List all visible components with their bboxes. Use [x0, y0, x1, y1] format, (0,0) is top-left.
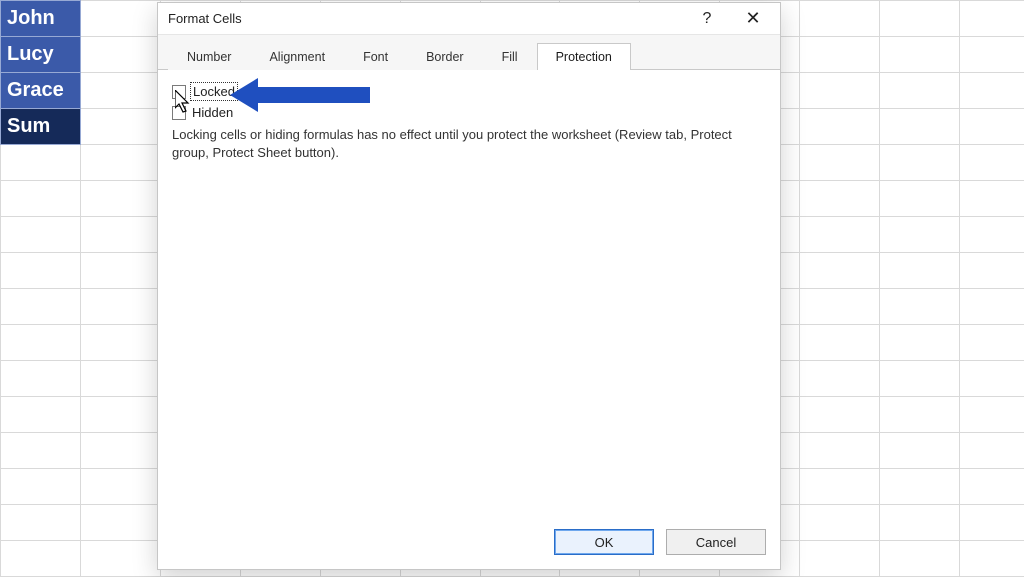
tab-label: Alignment [269, 50, 325, 64]
ok-button[interactable]: OK [554, 529, 654, 555]
tab-alignment[interactable]: Alignment [250, 43, 344, 70]
tab-border[interactable]: Border [407, 43, 483, 70]
dialog-buttons: OK Cancel [158, 519, 780, 569]
locked-checkbox[interactable] [172, 85, 186, 99]
dialog-title: Format Cells [168, 11, 242, 26]
tab-label: Protection [556, 50, 612, 64]
hidden-checkbox[interactable] [172, 106, 186, 120]
format-cells-dialog: Format Cells ? ✕ Number Alignment Font B… [157, 2, 781, 570]
tab-protection[interactable]: Protection [537, 43, 631, 70]
tab-label: Fill [502, 50, 518, 64]
cell-name[interactable]: John [1, 1, 81, 37]
button-label: OK [595, 535, 614, 550]
cell-text: Grace [7, 79, 64, 101]
tab-strip: Number Alignment Font Border Fill Protec… [158, 35, 780, 70]
dialog-body: Locked Hidden Locking cells or hiding fo… [158, 70, 780, 519]
hidden-label: Hidden [192, 105, 233, 120]
close-icon: ✕ [745, 8, 760, 29]
tab-number[interactable]: Number [168, 43, 250, 70]
locked-label: Locked [192, 84, 236, 99]
locked-checkbox-row: Locked [172, 84, 766, 99]
tab-label: Border [426, 50, 464, 64]
button-label: Cancel [696, 535, 736, 550]
cell-text: John [7, 7, 55, 29]
cell-name[interactable]: Lucy [1, 37, 81, 73]
tab-font[interactable]: Font [344, 43, 407, 70]
cell-text: Sum [7, 115, 50, 137]
close-button[interactable]: ✕ [730, 4, 776, 34]
tab-fill[interactable]: Fill [483, 43, 537, 70]
cell-text: Lucy [7, 43, 54, 65]
cancel-button[interactable]: Cancel [666, 529, 766, 555]
protection-description: Locking cells or hiding formulas has no … [172, 126, 752, 161]
hidden-checkbox-row: Hidden [172, 105, 766, 120]
help-icon: ? [703, 10, 712, 28]
tab-label: Font [363, 50, 388, 64]
help-button[interactable]: ? [684, 4, 730, 34]
tab-label: Number [187, 50, 231, 64]
cell-name[interactable]: Sum [1, 109, 81, 145]
titlebar: Format Cells ? ✕ [158, 3, 780, 35]
cell-name[interactable]: Grace [1, 73, 81, 109]
